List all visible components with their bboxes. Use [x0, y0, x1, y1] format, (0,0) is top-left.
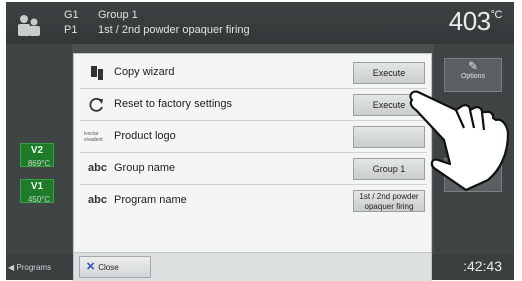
v2-label: V2 — [30, 145, 44, 156]
temperature-unit: °C — [490, 9, 503, 22]
reset-factory-label: Reset to factory settings — [114, 98, 232, 110]
group-program-names: Group 1 1st / 2nd powder opaquer firing — [98, 8, 250, 38]
group-name: Group 1 — [98, 9, 138, 21]
row-program-name: abc Program name 1st / 2nd powder opaque… — [80, 185, 427, 217]
left-arrow-icon: ◀ — [8, 263, 15, 272]
close-label: Close — [98, 263, 119, 272]
group-program-codes: G1 P1 — [64, 8, 79, 38]
programs-label: Programs — [16, 263, 52, 272]
v2-temp: 869°C — [27, 159, 51, 168]
program-name-button-line1: 1st / 2nd powder — [359, 192, 419, 201]
group-code: G1 — [64, 9, 79, 21]
clock-time: :42:43 — [463, 258, 502, 274]
settings-dialog: Copy wizard Execute Reset to factory set… — [73, 53, 432, 281]
temperature-value: 403 — [448, 6, 491, 36]
header-bar: G1 P1 Group 1 1st / 2nd powder opaquer f… — [6, 2, 514, 44]
reset-icon — [89, 98, 103, 112]
row-reset-factory: Reset to factory settings Execute — [80, 89, 427, 121]
program-name-button[interactable]: 1st / 2nd powder opaquer firing — [353, 190, 425, 212]
product-logo-label: Product logo — [114, 130, 176, 142]
temperature-display: 403°C — [448, 6, 503, 37]
copy-icon — [91, 66, 103, 80]
abc-icon: abc — [88, 194, 107, 206]
close-button[interactable]: ✕ Close — [79, 256, 151, 278]
row-product-logo: ivoclar vivadent Product logo — [80, 121, 427, 153]
close-icon: ✕ — [86, 261, 96, 273]
program-name: 1st / 2nd powder opaquer firing — [98, 24, 250, 36]
abc-icon: abc — [88, 162, 107, 174]
v1-temp: 450°C — [27, 195, 51, 204]
pointing-hand-icon — [409, 90, 510, 192]
programs-button[interactable]: ◀ Programs — [8, 258, 66, 278]
group-name-label: Group name — [114, 162, 176, 174]
v1-label: V1 — [30, 181, 44, 192]
program-code: P1 — [64, 24, 78, 36]
dialog-footer: ✕ Close — [74, 252, 431, 281]
left-panel: V2 869°C V1 450°C — [6, 44, 72, 254]
copy-wizard-label: Copy wizard — [114, 66, 175, 78]
program-name-button-line2: opaquer firing — [364, 202, 414, 211]
product-logo-icon: ivoclar vivadent — [84, 131, 103, 143]
row-group-name: abc Group name Group 1 — [80, 153, 427, 185]
program-name-label: Program name — [114, 194, 187, 206]
row-copy-wizard: Copy wizard Execute — [80, 57, 427, 89]
group-people-icon — [18, 15, 40, 36]
